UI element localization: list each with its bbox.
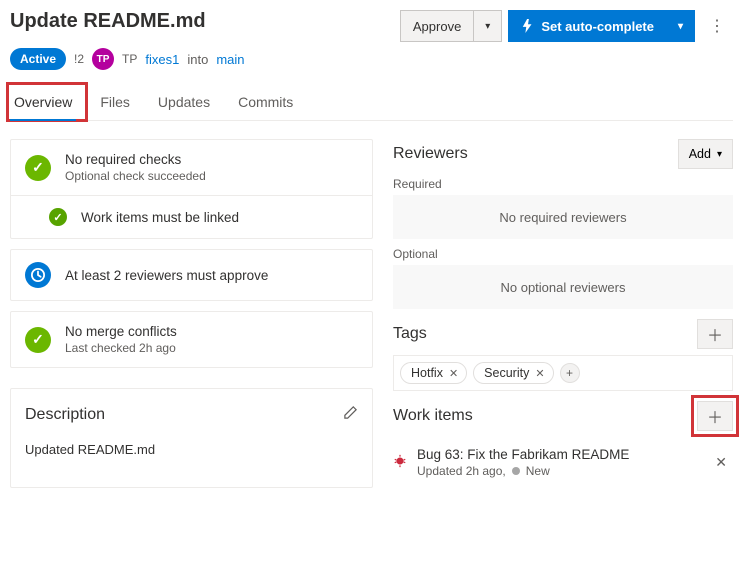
- tags-title: Tags: [393, 325, 427, 343]
- workitem-title: Bug 63: Fix the Fabrikam README: [417, 447, 629, 462]
- tab-files[interactable]: Files: [96, 86, 134, 120]
- policy-checks: ✓ No required checks Optional check succ…: [11, 140, 372, 195]
- bug-icon: [393, 454, 407, 471]
- remove-tag-button[interactable]: ✕: [535, 367, 544, 380]
- more-actions-button[interactable]: ⋮: [701, 16, 733, 36]
- inline-add-tag-button[interactable]: +: [560, 363, 580, 383]
- set-autocomplete-button[interactable]: Set auto-complete: [508, 10, 667, 42]
- approve-dropdown-button[interactable]: ▾: [474, 10, 502, 42]
- state-dot-icon: [512, 467, 520, 475]
- policy-merge-sub: Last checked 2h ago: [65, 341, 177, 355]
- into-label: into: [187, 52, 208, 67]
- clock-icon: [25, 262, 51, 288]
- policy-checks-title: No required checks: [65, 152, 206, 167]
- policy-reviewers: At least 2 reviewers must approve: [11, 250, 372, 300]
- pencil-icon: [343, 405, 358, 420]
- check-circle-icon: ✓: [25, 155, 51, 181]
- tab-overview[interactable]: Overview: [10, 86, 76, 120]
- check-circle-icon: ✓: [25, 327, 51, 353]
- work-item-row[interactable]: Bug 63: Fix the Fabrikam README Updated …: [393, 437, 733, 478]
- target-branch-link[interactable]: main: [216, 52, 244, 67]
- add-reviewer-button[interactable]: Add ▾: [678, 139, 733, 169]
- tag-chip: Security ✕: [473, 362, 553, 384]
- chevron-down-icon: ▾: [485, 21, 490, 32]
- workitem-updated: Updated 2h ago,: [417, 464, 506, 478]
- page-title: Update README.md: [10, 10, 206, 33]
- check-circle-icon: ✓: [49, 208, 67, 226]
- edit-description-button[interactable]: [343, 405, 358, 424]
- policy-workitems: ✓ Work items must be linked: [11, 195, 372, 238]
- workitem-state: New: [526, 464, 550, 478]
- required-reviewers-placeholder: No required reviewers: [393, 195, 733, 239]
- more-vertical-icon: ⋮: [709, 18, 725, 35]
- approve-button[interactable]: Approve: [400, 10, 474, 42]
- lightning-icon: [521, 19, 535, 33]
- status-badge: Active: [10, 48, 66, 70]
- reviewers-title: Reviewers: [393, 145, 468, 163]
- close-icon: ✕: [715, 454, 727, 470]
- plus-icon: ＋: [707, 404, 723, 428]
- policy-merge-title: No merge conflicts: [65, 324, 177, 339]
- workitems-title: Work items: [393, 407, 473, 425]
- autocomplete-dropdown-button[interactable]: ▾: [667, 10, 695, 42]
- remove-tag-button[interactable]: ✕: [449, 367, 458, 380]
- chevron-down-icon: ▾: [717, 149, 722, 160]
- optional-reviewers-placeholder: No optional reviewers: [393, 265, 733, 309]
- policy-checks-sub: Optional check succeeded: [65, 169, 206, 183]
- add-tag-button[interactable]: ＋: [697, 319, 733, 349]
- description-body: Updated README.md: [25, 442, 358, 457]
- policy-merge: ✓ No merge conflicts Last checked 2h ago: [11, 312, 372, 367]
- plus-icon: +: [566, 366, 573, 380]
- pr-tabs: Overview Files Updates Commits: [10, 86, 733, 121]
- tab-updates[interactable]: Updates: [154, 86, 214, 120]
- required-label: Required: [393, 177, 733, 191]
- tag-chip: Hotfix ✕: [400, 362, 467, 384]
- policy-reviewers-title: At least 2 reviewers must approve: [65, 268, 268, 283]
- author-initials: TP: [122, 52, 137, 66]
- add-workitem-button[interactable]: ＋: [697, 401, 733, 431]
- plus-icon: ＋: [707, 322, 723, 346]
- iteration-label: !2: [74, 52, 84, 66]
- tab-commits[interactable]: Commits: [234, 86, 297, 120]
- source-branch-link[interactable]: fixes1: [145, 52, 179, 67]
- description-title: Description: [25, 406, 105, 424]
- header-actions: Approve ▾ Set auto-complete ▾ ⋮: [400, 10, 733, 42]
- author-avatar[interactable]: TP: [92, 48, 114, 70]
- tags-input[interactable]: Hotfix ✕ Security ✕ +: [393, 355, 733, 391]
- optional-label: Optional: [393, 247, 733, 261]
- description-card: Description Updated README.md: [10, 388, 373, 488]
- pr-meta: Active !2 TP TP fixes1 into main: [10, 48, 733, 70]
- remove-workitem-button[interactable]: ✕: [709, 448, 733, 477]
- chevron-down-icon: ▾: [678, 21, 683, 32]
- policy-workitems-title: Work items must be linked: [81, 210, 239, 225]
